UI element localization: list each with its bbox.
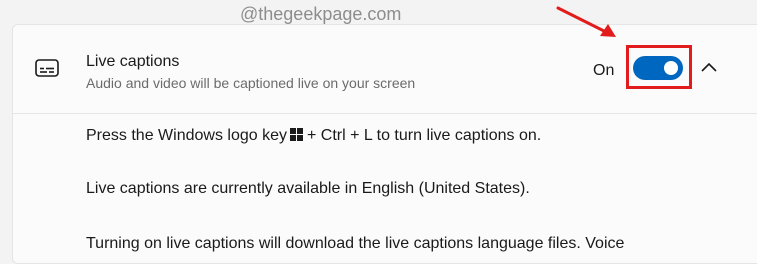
shortcut-instruction: Press the Windows logo key + Ctrl + L to … [86, 127, 541, 145]
download-notice-text: Turning on live captions will download t… [86, 235, 625, 252]
closed-captions-icon [35, 59, 59, 77]
chevron-up-icon[interactable] [700, 61, 718, 75]
toggle-knob [664, 61, 678, 75]
watermark: @thegeekpage.com [240, 4, 402, 24]
annotation-arrow-icon [556, 6, 616, 37]
live-captions-toggle[interactable] [633, 56, 683, 80]
setting-title: Live captions [86, 53, 180, 70]
availability-text: Live captions are currently available in… [86, 180, 530, 197]
shortcut-text-after: + Ctrl + L to turn live captions on. [306, 127, 542, 144]
live-captions-panel: Live captions Audio and video will be ca… [12, 24, 757, 264]
toggle-state-label: On [593, 62, 615, 79]
live-captions-header[interactable]: Live captions Audio and video will be ca… [13, 25, 757, 114]
windows-logo-icon [289, 128, 303, 141]
setting-description: Audio and video will be captioned live o… [86, 75, 416, 91]
shortcut-text-before: Press the Windows logo key [86, 127, 287, 144]
